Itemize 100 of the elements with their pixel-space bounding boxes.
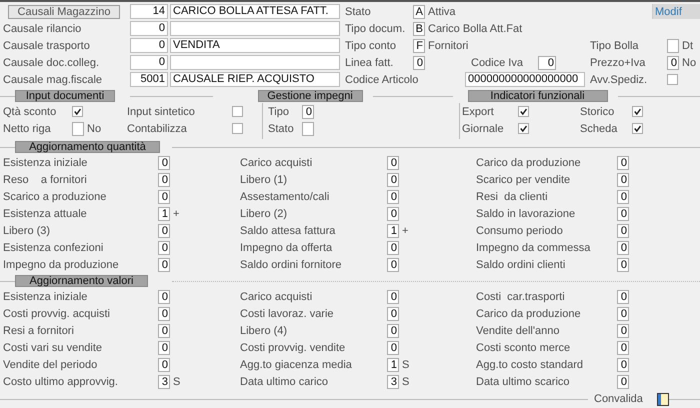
value-field[interactable]: 0 <box>617 290 629 304</box>
field-label: Data ultimo carico <box>240 376 330 388</box>
value-field[interactable]: 0 <box>617 324 629 338</box>
field-label: Esistenza confezioni <box>3 242 104 254</box>
value-field[interactable]: 3 <box>158 374 170 388</box>
field-label: Saldo ordini clienti <box>476 258 566 270</box>
checkbox[interactable] <box>232 106 243 117</box>
description-field[interactable] <box>170 55 340 70</box>
value-field[interactable]: 0 <box>617 340 629 354</box>
value-field[interactable]: 0 <box>617 190 629 204</box>
causali-button[interactable]: Causali Magazzino <box>8 4 120 18</box>
value-field[interactable]: 0 <box>387 172 399 186</box>
section-header: Aggiornamento quantità <box>15 141 160 153</box>
code-field[interactable]: 0 <box>130 38 168 53</box>
value-field[interactable]: 0 <box>617 172 629 186</box>
value-field[interactable] <box>302 122 314 136</box>
checkbox[interactable] <box>632 123 643 134</box>
value-field[interactable]: 0 <box>158 358 170 372</box>
value-field[interactable]: 0 <box>617 358 629 372</box>
value-field[interactable]: 1 <box>158 206 170 220</box>
field-label: Libero (4) <box>240 324 288 336</box>
checkbox[interactable] <box>72 106 83 117</box>
value-field[interactable]: 0 <box>158 172 170 186</box>
section-header: Gestione impegni <box>258 90 362 102</box>
field-label: Contabilizza <box>127 122 188 134</box>
value-field[interactable]: 0 <box>387 206 399 220</box>
value-field[interactable]: 0 <box>387 156 399 170</box>
suffix-text: Dt <box>682 40 693 52</box>
value-field[interactable]: 0 <box>387 290 399 304</box>
value-field[interactable]: 0 <box>158 156 170 170</box>
checkbox[interactable] <box>632 106 643 117</box>
value-field[interactable]: 3 <box>387 374 399 388</box>
value-field[interactable]: 0 <box>158 224 170 238</box>
value-field[interactable]: 0 <box>158 258 170 272</box>
suffix-text: + <box>402 224 408 236</box>
value-field[interactable]: B <box>413 22 425 36</box>
value-field[interactable]: 0 <box>387 324 399 338</box>
code-field[interactable]: 0 <box>130 55 168 70</box>
value-field[interactable]: 0 <box>617 240 629 254</box>
field-label: Storico <box>580 106 616 118</box>
value-field[interactable] <box>72 122 84 136</box>
field-label: Netto riga <box>3 122 52 134</box>
value-field[interactable]: 0 <box>538 56 556 70</box>
value-field[interactable]: 0 <box>302 104 314 118</box>
section-header: Aggiornamento valori <box>15 275 148 287</box>
value-field[interactable]: 1 <box>387 358 399 372</box>
field-label: Saldo in lavorazione <box>476 208 576 220</box>
field-label: Giornale <box>462 122 505 134</box>
value-field[interactable]: 0 <box>617 206 629 220</box>
value-field[interactable]: 0 <box>158 290 170 304</box>
value-field[interactable]: 0 <box>158 306 170 320</box>
checkbox[interactable] <box>518 106 529 117</box>
value-field[interactable]: 0 <box>158 190 170 204</box>
field-label: Costi car.trasporti <box>476 290 566 302</box>
value-field[interactable]: 0 <box>387 190 399 204</box>
value-field[interactable]: 0 <box>387 258 399 272</box>
field-label: Carico da produzione <box>476 308 582 320</box>
value-field[interactable]: A <box>413 4 425 18</box>
value-field[interactable]: 0 <box>387 240 399 254</box>
description-field[interactable] <box>170 21 340 36</box>
value-field[interactable]: 0 <box>387 340 399 354</box>
description-field[interactable]: VENDITA <box>170 38 340 53</box>
value-field[interactable]: 0 <box>387 306 399 320</box>
value-field[interactable]: 1 <box>387 224 399 238</box>
toggle-icon[interactable] <box>656 392 669 406</box>
code-field[interactable]: 0 <box>130 21 168 36</box>
checkbox[interactable] <box>667 74 678 85</box>
article-code-field[interactable]: 000000000000000000 <box>465 72 585 87</box>
value-field[interactable]: 0 <box>617 156 629 170</box>
suffix-text: S <box>402 358 410 370</box>
value-field[interactable]: 0 <box>413 56 425 70</box>
value-field[interactable]: F <box>413 38 425 52</box>
field-label: Causale mag.fiscale <box>2 74 104 86</box>
code-description: Carico Bolla Att.Fat <box>428 22 522 34</box>
value-field[interactable]: 0 <box>158 324 170 338</box>
field-label: Impegno da commessa <box>476 242 592 254</box>
field-label: Esistenza iniziale <box>3 290 88 302</box>
value-field[interactable]: 0 <box>158 340 170 354</box>
value-field[interactable]: 0 <box>617 374 629 388</box>
field-label: Input sintetico <box>127 106 196 118</box>
value-field[interactable]: 0 <box>667 56 679 70</box>
field-label: Agg.to costo standard <box>476 358 584 370</box>
field-label: Esistenza iniziale <box>3 156 88 168</box>
field-label: Prezzo+Iva <box>590 56 646 68</box>
value-field[interactable]: 0 <box>617 258 629 272</box>
field-label: Tipo docum. <box>345 22 406 34</box>
field-label: Stato <box>268 122 295 134</box>
value-field[interactable]: 0 <box>617 224 629 238</box>
description-field[interactable]: CAUSALE RIEP. ACQUISTO <box>170 72 340 87</box>
checkbox[interactable] <box>518 123 529 134</box>
section-header: Indicatori funzionali <box>468 90 608 102</box>
field-label: Costi sconto merce <box>476 342 572 354</box>
value-field[interactable]: 0 <box>158 240 170 254</box>
checkbox[interactable] <box>232 123 243 134</box>
suffix-text: S <box>173 376 180 388</box>
code-field[interactable]: 14 <box>130 4 168 19</box>
code-field[interactable]: 5001 <box>130 72 168 87</box>
value-field[interactable] <box>667 38 679 52</box>
description-field[interactable]: CARICO BOLLA ATTESA FATT. <box>170 4 340 19</box>
value-field[interactable]: 0 <box>617 306 629 320</box>
